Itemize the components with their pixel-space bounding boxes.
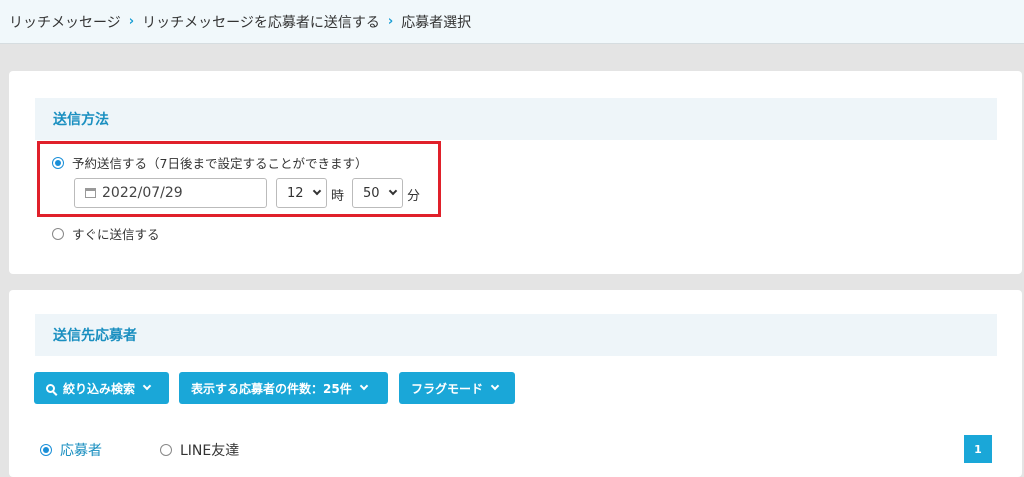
filter-search-label: 絞り込み検索 (63, 381, 136, 396)
flag-mode-label: フラグモード (411, 381, 484, 396)
breadcrumb-item-select-applicants: 応募者選択 (401, 14, 472, 31)
recipient-type-line-option[interactable]: LINE友達 (160, 440, 239, 460)
breadcrumb-separator-icon: › (128, 14, 135, 29)
applicant-radio[interactable] (40, 444, 52, 456)
immediate-send-option[interactable]: すぐに送信する (52, 224, 160, 243)
chevron-down-icon (359, 381, 368, 391)
immediate-send-label: すぐに送信する (72, 227, 160, 242)
send-method-card: 送信方法 予約送信する（7日後まで設定することができます） 2022/07/29… (9, 71, 1022, 274)
breadcrumb-item-send-to-applicants[interactable]: リッチメッセージを応募者に送信する (142, 12, 380, 32)
chevron-down-icon (142, 381, 152, 391)
chevron-down-icon (490, 381, 500, 391)
breadcrumb: リッチメッセージ › リッチメッセージを応募者に送信する › 応募者選択 (0, 0, 1024, 44)
highlight-box (37, 141, 441, 217)
pagination-page-1[interactable]: 1 (964, 435, 992, 463)
line-friend-radio[interactable] (160, 444, 172, 456)
recipients-heading: 送信先応募者 (35, 314, 997, 356)
line-friend-label: LINE友達 (180, 443, 240, 459)
recipients-card: 送信先応募者 絞り込み検索 表示する応募者の件数：25件 フラグモード 応募者 … (9, 290, 1022, 477)
recipient-type-applicant-option[interactable]: 応募者 (40, 440, 102, 460)
applicant-label: 応募者 (60, 443, 102, 459)
flag-mode-button[interactable]: フラグモード (399, 372, 515, 404)
display-count-label: 表示する応募者の件数：25件 (191, 381, 352, 396)
search-icon (46, 383, 55, 393)
breadcrumb-separator-icon: › (387, 14, 394, 29)
filter-search-button[interactable]: 絞り込み検索 (34, 372, 169, 404)
send-method-heading: 送信方法 (35, 98, 997, 140)
immediate-send-radio[interactable] (52, 227, 64, 240)
breadcrumb-item-rich-message[interactable]: リッチメッセージ (9, 12, 121, 32)
display-count-button[interactable]: 表示する応募者の件数：25件 (179, 372, 388, 404)
